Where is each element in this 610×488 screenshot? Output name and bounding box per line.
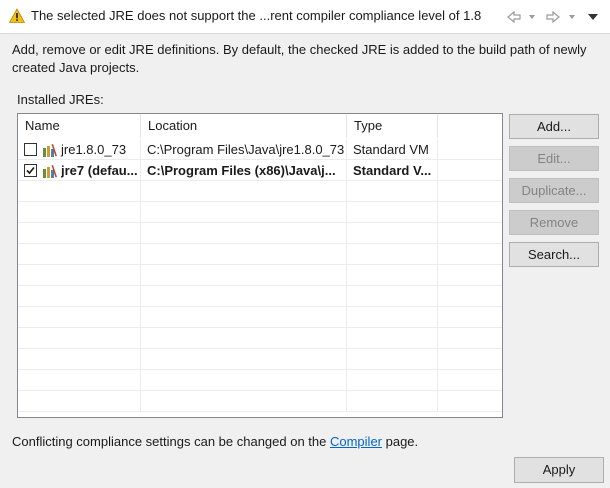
empty-cell [141,181,347,202]
empty-cell [141,265,347,286]
empty-cell [141,223,347,244]
edit-button[interactable]: Edit... [509,146,599,171]
message-header: The selected JRE does not support the ..… [0,0,610,34]
forward-button[interactable] [545,9,561,25]
empty-cell [141,286,347,307]
table-header: Name Location Type [18,114,502,138]
menu-triangle-icon [588,14,598,20]
empty-table-row [18,223,502,244]
duplicate-button[interactable]: Duplicate... [509,178,599,203]
empty-cell [141,202,347,223]
empty-cell [141,349,347,370]
installed-jres-table[interactable]: Name Location Type jre1.8.0_73 C:\Progra… [17,113,503,418]
empty-table-row [18,370,502,391]
jre-library-icon [43,144,57,157]
installed-jres-label: Installed JREs: [17,92,104,107]
empty-cell [347,307,438,328]
empty-cell [18,328,141,349]
column-header-type[interactable]: Type [347,114,438,138]
jre-library-icon [43,165,57,178]
empty-table-row [18,265,502,286]
table-row[interactable]: jre7 (defau... C:\Program Files (x86)\Ja… [18,160,502,181]
empty-cell [141,391,347,412]
empty-cell [347,265,438,286]
empty-cell [141,370,347,391]
forward-dropdown[interactable] [567,9,577,25]
footer-text-before: Conflicting compliance settings can be c… [12,434,330,449]
empty-table-row [18,391,502,412]
view-menu-button[interactable] [587,9,599,25]
jre-checkbox[interactable] [24,143,37,156]
chevron-down-icon [529,15,535,19]
empty-table-row [18,307,502,328]
empty-cell [347,181,438,202]
compiler-link[interactable]: Compiler [330,434,382,449]
empty-cell [141,307,347,328]
jre-type: Standard VM [347,139,438,160]
column-header-name[interactable]: Name [18,114,141,138]
jre-type: Standard V... [347,160,438,181]
empty-cell [141,244,347,265]
empty-table-row [18,349,502,370]
empty-cell [18,223,141,244]
jre-location: C:\Program Files (x86)\Java\j... [141,160,347,181]
empty-cell [347,286,438,307]
column-header-location[interactable]: Location [141,114,347,138]
table-row[interactable]: jre1.8.0_73 C:\Program Files\Java\jre1.8… [18,139,502,160]
empty-cell [18,349,141,370]
empty-cell [347,244,438,265]
empty-cell [18,202,141,223]
empty-cell [347,391,438,412]
add-button[interactable]: Add... [509,114,599,139]
forward-arrow-icon [546,10,560,24]
compliance-footer: Conflicting compliance settings can be c… [12,434,418,449]
warning-icon [9,8,25,23]
jre-checkbox[interactable] [24,164,37,177]
empty-table-row [18,244,502,265]
header-message: The selected JRE does not support the ..… [31,8,482,23]
empty-cell [347,349,438,370]
empty-cell [347,223,438,244]
empty-cell [347,328,438,349]
back-button[interactable] [506,9,522,25]
empty-cell [18,265,141,286]
empty-cell [18,286,141,307]
apply-button[interactable]: Apply [514,457,604,483]
jre-name: jre7 (defau... [61,163,138,178]
empty-cell [18,370,141,391]
jre-location: C:\Program Files\Java\jre1.8.0_73 [141,139,347,160]
empty-cell [18,244,141,265]
empty-table-row [18,328,502,349]
empty-table-row [18,202,502,223]
back-dropdown[interactable] [527,9,537,25]
empty-cell [18,181,141,202]
remove-button[interactable]: Remove [509,210,599,235]
checkmark-icon [26,166,35,175]
jre-name: jre1.8.0_73 [61,142,127,157]
description-text: Add, remove or edit JRE definitions. By … [12,42,587,75]
empty-cell [18,391,141,412]
empty-cell [347,370,438,391]
footer-text-after: page. [382,434,419,449]
back-arrow-icon [507,10,521,24]
chevron-down-icon [569,15,575,19]
search-button[interactable]: Search... [509,242,599,267]
empty-table-row [18,181,502,202]
empty-table-row [18,286,502,307]
empty-cell [18,307,141,328]
empty-cell [141,328,347,349]
empty-cell [347,202,438,223]
